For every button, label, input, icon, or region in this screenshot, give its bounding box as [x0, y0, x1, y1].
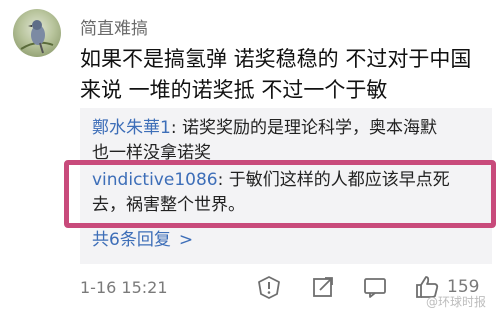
- comment-text: 如果不是搞氢弹 诺奖稳稳的 不过对于中国 来说 一堆的诺奖抵 不过一个于敏: [80, 44, 480, 106]
- avatar[interactable]: [13, 9, 61, 57]
- reply-text: 诺奖奖励的是理论科学，奥本海默: [176, 118, 437, 138]
- share-icon[interactable]: [310, 274, 336, 300]
- watermark: @环球时报: [426, 295, 487, 309]
- more-replies-label: 共6条回复: [92, 230, 171, 250]
- bird-avatar-image: [20, 20, 54, 54]
- reply-item[interactable]: 鄭水朱華1: 诺奖奖励的是理论科学，奥本海默 也一样没拿诺奖: [92, 116, 487, 166]
- comment-text-line: 如果不是搞氢弹 诺奖稳稳的 不过对于中国: [80, 47, 472, 71]
- timestamp: 1-16 15:21: [80, 278, 168, 297]
- alert-icon[interactable]: [256, 274, 282, 300]
- highlight-box: [64, 160, 496, 228]
- comment-text-line: 来说 一堆的诺奖抵 不过一个于敏: [80, 78, 388, 102]
- more-replies-link[interactable]: 共6条回复 >: [92, 225, 193, 250]
- comment-username[interactable]: 简直难搞: [80, 14, 148, 39]
- reply-author-link[interactable]: 鄭水朱華1: [92, 118, 171, 138]
- chevron-right-icon: >: [178, 230, 194, 250]
- comment-icon[interactable]: [362, 274, 388, 300]
